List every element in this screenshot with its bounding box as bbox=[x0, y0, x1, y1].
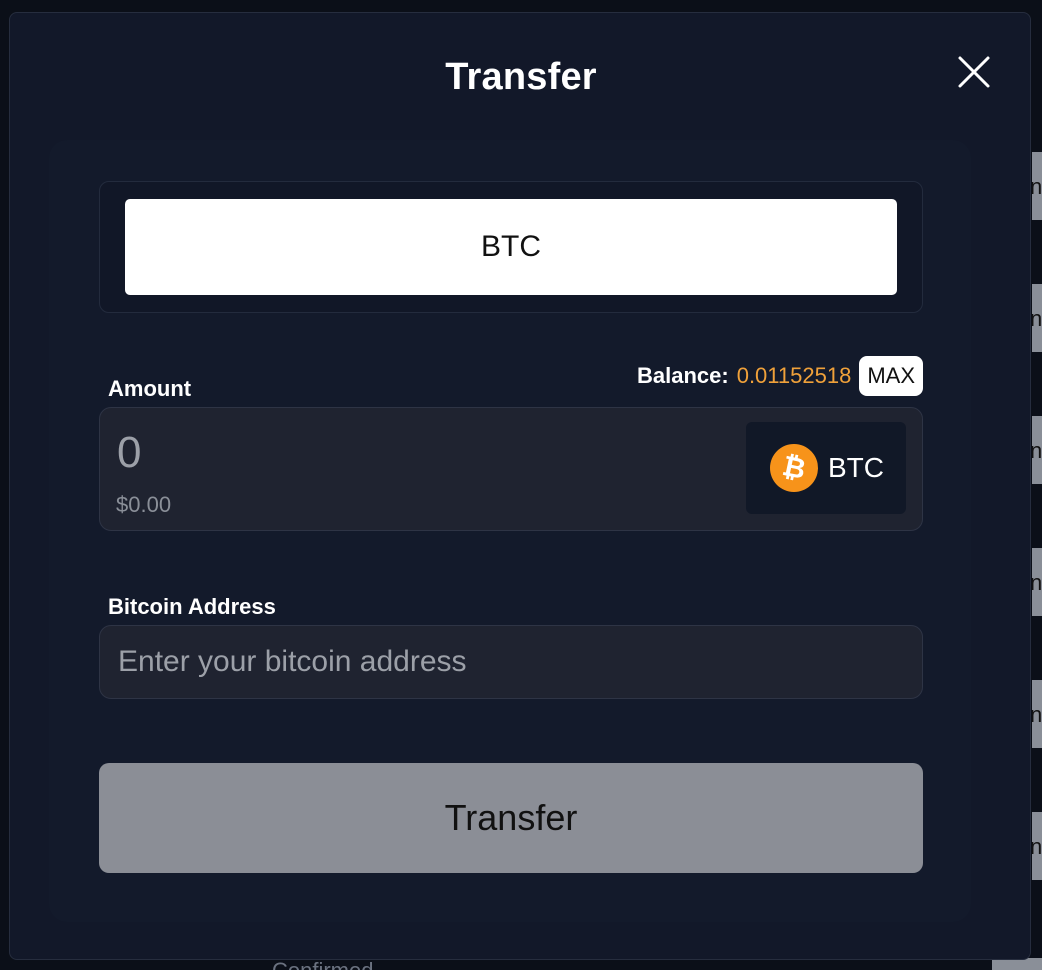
background-list-tab: ne bbox=[1032, 284, 1042, 352]
background-list-tab: ne bbox=[1032, 680, 1042, 748]
bitcoin-icon: ₿ bbox=[765, 439, 823, 497]
balance-row: Balance: 0.01152518 MAX bbox=[560, 355, 923, 397]
background-list-tab: ne bbox=[1032, 812, 1042, 880]
background-tab-text: ne bbox=[1032, 306, 1042, 331]
modal-title: Transfer bbox=[445, 56, 597, 98]
close-button[interactable] bbox=[956, 54, 992, 90]
amount-label: Amount bbox=[108, 376, 192, 401]
close-icon bbox=[958, 56, 990, 88]
transfer-button[interactable]: Transfer bbox=[99, 763, 923, 873]
bitcoin-address-input[interactable] bbox=[99, 625, 923, 699]
background-list-tab: ne bbox=[1032, 548, 1042, 616]
amount-input-value[interactable]: 0 bbox=[117, 428, 141, 478]
max-button[interactable]: MAX bbox=[859, 356, 923, 396]
background-list-tab: ne bbox=[1032, 152, 1042, 220]
balance-value: 0.01152518 bbox=[736, 363, 852, 388]
amount-field[interactable]: 0 $0.00 ₿ BTC bbox=[99, 407, 923, 531]
token-selector[interactable]: ₿ BTC bbox=[746, 422, 906, 514]
balance-label: Balance: bbox=[636, 363, 729, 388]
background-tab-text: ne bbox=[1032, 570, 1042, 595]
background-tab-text: ne bbox=[1032, 174, 1042, 199]
background-tab-text: ne bbox=[1032, 702, 1042, 727]
bitcoin-address-label: Bitcoin Address bbox=[108, 594, 276, 619]
background-list-tab: ne bbox=[1032, 416, 1042, 484]
token-symbol: BTC bbox=[828, 452, 884, 483]
background-tab-text: ne bbox=[1032, 438, 1042, 463]
background-tab-text: ne bbox=[1032, 834, 1042, 859]
currency-tab-btc[interactable]: BTC bbox=[125, 199, 897, 295]
amount-usd-value: $0.00 bbox=[116, 492, 172, 517]
